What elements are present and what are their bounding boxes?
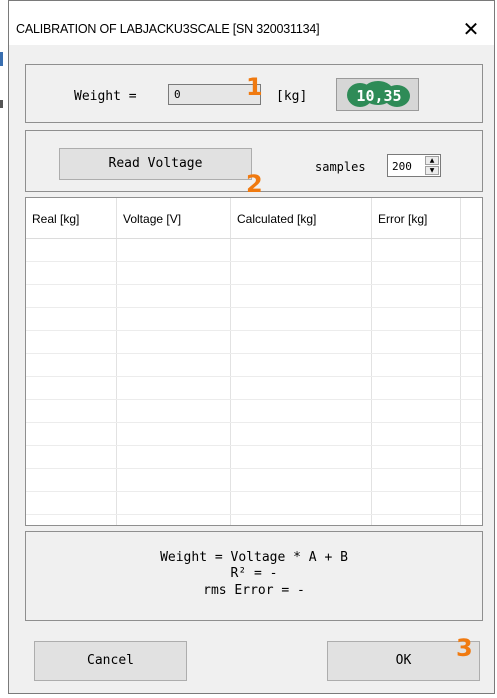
cancel-label: Cancel	[87, 653, 134, 668]
cancel-button[interactable]: Cancel	[34, 641, 187, 681]
grid-col-divider	[371, 198, 372, 525]
grid-row-line	[26, 514, 482, 515]
spin-up-icon[interactable]: ▲	[425, 156, 439, 165]
grid-row-line	[26, 491, 482, 492]
formula-panel: Weight = Voltage * A + B R² = - rms Erro…	[25, 531, 483, 621]
grid-row-line	[26, 261, 482, 262]
column-header-real[interactable]: Real [kg]	[26, 198, 116, 238]
grid-row-line	[26, 307, 482, 308]
grid-row-line	[26, 284, 482, 285]
grid-col-divider	[116, 198, 117, 525]
title-bar: CALIBRATION OF LABJACKU3SCALE [SN 320031…	[9, 1, 494, 45]
ok-label: OK	[395, 653, 412, 668]
column-header-voltage[interactable]: Voltage [V]	[117, 198, 230, 238]
grid-row-line	[26, 399, 482, 400]
callout-1: 1	[246, 73, 263, 101]
grid-col-divider	[230, 198, 231, 525]
read-voltage-label: Read Voltage	[108, 156, 203, 171]
formula-equation: Weight = Voltage * A + B	[160, 550, 348, 565]
samples-label: samples	[315, 160, 366, 174]
read-voltage-button[interactable]: Read Voltage	[59, 148, 252, 180]
grid-row-line	[26, 376, 482, 377]
badge-graphic: 10,35	[347, 81, 410, 107]
column-header-calculated[interactable]: Calculated [kg]	[231, 198, 371, 238]
grid-row-line	[26, 238, 482, 239]
column-header-error[interactable]: Error [kg]	[372, 198, 460, 238]
grid-row-line	[26, 445, 482, 446]
callout-3: 3	[456, 634, 473, 662]
close-icon[interactable]: ✕	[458, 17, 484, 41]
callout-2: 2	[246, 170, 263, 198]
grid-row-line	[26, 353, 482, 354]
spin-down-icon[interactable]: ▼	[425, 166, 439, 175]
green-number-badge-icon: 10,35	[336, 78, 419, 111]
window-title: CALIBRATION OF LABJACKU3SCALE [SN 320031…	[16, 22, 320, 36]
spin-buttons: ▲ ▼	[425, 156, 439, 175]
calibration-table[interactable]: Real [kg] Voltage [V] Calculated [kg] Er…	[25, 197, 483, 526]
column-header-calculated-label: Calculated [kg]	[237, 212, 317, 226]
grid-row-line	[26, 422, 482, 423]
grid-row-line	[26, 330, 482, 331]
weight-unit-label: [kg]	[276, 89, 308, 104]
formula-rms-error: rms Error = -	[203, 583, 305, 598]
samples-spinbox[interactable]: 200 ▲ ▼	[387, 154, 441, 177]
samples-value: 200	[392, 160, 412, 173]
grid-col-divider	[460, 198, 461, 525]
grid-row-line	[26, 468, 482, 469]
column-header-error-label: Error [kg]	[378, 212, 428, 226]
column-header-voltage-label: Voltage [V]	[123, 212, 182, 226]
badge-text: 10,35	[356, 87, 401, 105]
weight-label: Weight =	[74, 89, 137, 104]
column-header-real-label: Real [kg]	[32, 212, 80, 226]
formula-r-squared: R² = -	[230, 566, 278, 581]
